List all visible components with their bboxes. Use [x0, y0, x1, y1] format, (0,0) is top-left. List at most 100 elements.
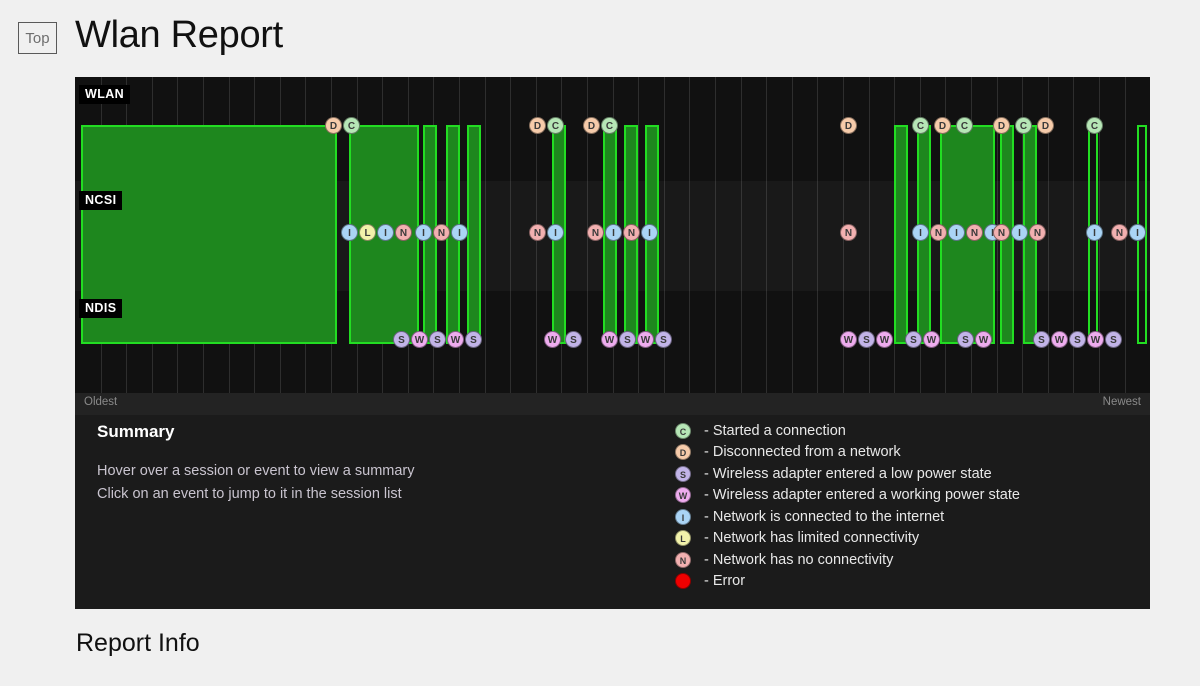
event-marker-i[interactable]: I: [641, 224, 658, 241]
event-marker-w[interactable]: W: [840, 331, 857, 348]
legend-marker-icon: D: [675, 444, 691, 461]
legend-label: - Network is connected to the internet: [704, 508, 945, 525]
event-marker-c[interactable]: C: [547, 117, 564, 134]
event-marker-i[interactable]: I: [415, 224, 432, 241]
legend-row: W - Wireless adapter entered a working po…: [675, 485, 1020, 507]
event-marker-s[interactable]: S: [429, 331, 446, 348]
legend-label: - Disconnected from a network: [704, 444, 901, 461]
event-marker-i[interactable]: I: [948, 224, 965, 241]
legend-row: I - Network is connected to the internet: [675, 506, 1020, 528]
legend-marker-icon: S: [675, 465, 691, 482]
legend-marker-icon: [675, 573, 691, 590]
event-marker-n[interactable]: N: [433, 224, 450, 241]
event-marker-s[interactable]: S: [465, 331, 482, 348]
legend-label: - Network has limited connectivity: [704, 530, 920, 547]
session-block[interactable]: [894, 125, 908, 344]
event-marker-w[interactable]: W: [544, 331, 561, 348]
summary-hint-click: Click on an event to jump to it in the s…: [97, 486, 402, 503]
timeline-oldest-label: Oldest: [84, 396, 118, 408]
event-marker-d[interactable]: D: [529, 117, 546, 134]
timeline-axis-strip: Oldest Newest: [75, 393, 1150, 415]
event-marker-i[interactable]: I: [1011, 224, 1028, 241]
legend-row: D - Disconnected from a network: [675, 442, 1020, 464]
event-marker-i[interactable]: I: [377, 224, 394, 241]
event-marker-s[interactable]: S: [905, 331, 922, 348]
legend-marker-icon: N: [675, 551, 691, 568]
event-marker-w[interactable]: W: [601, 331, 618, 348]
event-marker-n[interactable]: N: [930, 224, 947, 241]
event-marker-w[interactable]: W: [637, 331, 654, 348]
row-label-wlan: WLAN: [79, 85, 131, 104]
event-marker-i[interactable]: I: [605, 224, 622, 241]
event-marker-n[interactable]: N: [993, 224, 1010, 241]
event-marker-s[interactable]: S: [565, 331, 582, 348]
event-marker-i[interactable]: I: [451, 224, 468, 241]
event-marker-d[interactable]: D: [325, 117, 342, 134]
event-marker-c[interactable]: C: [956, 117, 973, 134]
top-button[interactable]: Top: [18, 22, 57, 54]
event-marker-n[interactable]: N: [1029, 224, 1046, 241]
event-marker-d[interactable]: D: [840, 117, 857, 134]
event-marker-n[interactable]: N: [1111, 224, 1128, 241]
event-marker-s[interactable]: S: [619, 331, 636, 348]
legend-label: - Wireless adapter entered a low power s…: [704, 465, 992, 482]
event-marker-s[interactable]: S: [1105, 331, 1122, 348]
legend-row: S - Wireless adapter entered a low power …: [675, 463, 1020, 485]
legend-label: - Error: [704, 573, 746, 590]
session-block[interactable]: [467, 125, 481, 344]
event-marker-c[interactable]: C: [601, 117, 618, 134]
event-marker-w[interactable]: W: [447, 331, 464, 348]
session-timeline-graph[interactable]: DCDCDCDCDCDCDCILINININININININININININIS…: [75, 77, 1150, 393]
event-marker-s[interactable]: S: [858, 331, 875, 348]
event-marker-c[interactable]: C: [1015, 117, 1032, 134]
wlan-report-chart-panel: DCDCDCDCDCDCDCILINININININININININININIS…: [75, 77, 1150, 609]
event-marker-i[interactable]: I: [912, 224, 929, 241]
event-marker-w[interactable]: W: [975, 331, 992, 348]
summary-section: Summary Hover over a session or event to…: [97, 422, 617, 507]
event-marker-d[interactable]: D: [583, 117, 600, 134]
event-marker-s[interactable]: S: [655, 331, 672, 348]
event-marker-c[interactable]: C: [343, 117, 360, 134]
event-marker-w[interactable]: W: [923, 331, 940, 348]
event-marker-n[interactable]: N: [623, 224, 640, 241]
event-marker-s[interactable]: S: [1033, 331, 1050, 348]
event-marker-w[interactable]: W: [1087, 331, 1104, 348]
legend-row: - Error: [675, 571, 1020, 593]
page-title: Wlan Report: [75, 14, 283, 56]
page-header: Top Wlan Report: [0, 0, 1200, 72]
event-marker-w[interactable]: W: [1051, 331, 1068, 348]
legend-label: - Wireless adapter entered a working pow…: [704, 487, 1020, 504]
event-marker-n[interactable]: N: [529, 224, 546, 241]
legend-row: L - Network has limited connectivity: [675, 528, 1020, 550]
legend-row: C - Started a connection: [675, 420, 1020, 442]
legend-label: - Network has no connectivity: [704, 551, 894, 568]
event-marker-i[interactable]: I: [1129, 224, 1146, 241]
event-marker-d[interactable]: D: [993, 117, 1010, 134]
event-legend: C - Started a connection D - Disconnected f…: [675, 420, 1020, 592]
event-marker-n[interactable]: N: [395, 224, 412, 241]
legend-marker-icon: C: [675, 422, 691, 439]
event-marker-l[interactable]: L: [359, 224, 376, 241]
event-marker-i[interactable]: I: [547, 224, 564, 241]
event-marker-c[interactable]: C: [1086, 117, 1103, 134]
event-marker-d[interactable]: D: [1037, 117, 1054, 134]
summary-title: Summary: [97, 422, 175, 441]
event-marker-s[interactable]: S: [393, 331, 410, 348]
event-marker-c[interactable]: C: [912, 117, 929, 134]
event-marker-i[interactable]: I: [341, 224, 358, 241]
event-marker-s[interactable]: S: [1069, 331, 1086, 348]
event-marker-w[interactable]: W: [411, 331, 428, 348]
event-marker-d[interactable]: D: [934, 117, 951, 134]
event-marker-s[interactable]: S: [957, 331, 974, 348]
row-label-ndis: NDIS: [79, 299, 123, 318]
event-marker-n[interactable]: N: [966, 224, 983, 241]
legend-marker-icon: I: [675, 508, 691, 525]
event-marker-n[interactable]: N: [840, 224, 857, 241]
legend-marker-icon: W: [675, 487, 691, 504]
event-marker-i[interactable]: I: [1086, 224, 1103, 241]
legend-row: N - Network has no connectivity: [675, 549, 1020, 571]
event-marker-n[interactable]: N: [587, 224, 604, 241]
event-marker-w[interactable]: W: [876, 331, 893, 348]
row-label-ncsi: NCSI: [79, 191, 123, 210]
summary-hint-hover: Hover over a session or event to view a …: [97, 463, 415, 479]
